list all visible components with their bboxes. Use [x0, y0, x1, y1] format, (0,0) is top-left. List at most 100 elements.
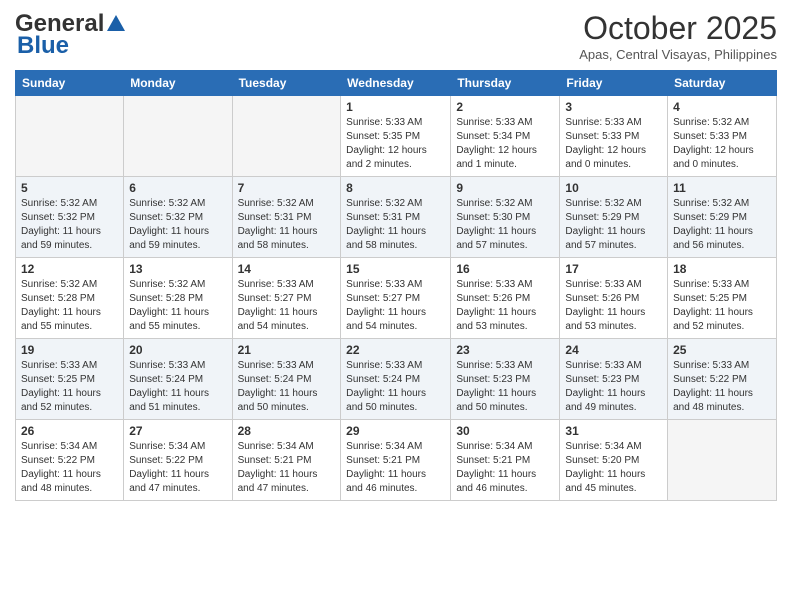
day-number: 9	[456, 181, 554, 195]
table-row: 25 Sunrise: 5:33 AMSunset: 5:22 PMDaylig…	[668, 339, 777, 420]
table-row: 16 Sunrise: 5:33 AMSunset: 5:26 PMDaylig…	[451, 258, 560, 339]
table-row: 3 Sunrise: 5:33 AMSunset: 5:33 PMDayligh…	[560, 96, 668, 177]
table-row: 26 Sunrise: 5:34 AMSunset: 5:22 PMDaylig…	[16, 420, 124, 501]
calendar-week-row: 1 Sunrise: 5:33 AMSunset: 5:35 PMDayligh…	[16, 96, 777, 177]
day-number: 29	[346, 424, 445, 438]
day-info: Sunrise: 5:32 AMSunset: 5:31 PMDaylight:…	[238, 198, 318, 251]
title-block: October 2025 Apas, Central Visayas, Phil…	[579, 10, 777, 62]
table-row: 13 Sunrise: 5:32 AMSunset: 5:28 PMDaylig…	[124, 258, 232, 339]
col-wednesday: Wednesday	[341, 71, 451, 96]
day-number: 8	[346, 181, 445, 195]
table-row: 20 Sunrise: 5:33 AMSunset: 5:24 PMDaylig…	[124, 339, 232, 420]
day-number: 6	[129, 181, 226, 195]
table-row: 10 Sunrise: 5:32 AMSunset: 5:29 PMDaylig…	[560, 177, 668, 258]
day-info: Sunrise: 5:33 AMSunset: 5:24 PMDaylight:…	[129, 360, 209, 413]
day-info: Sunrise: 5:33 AMSunset: 5:34 PMDaylight:…	[456, 117, 537, 170]
header: General Blue October 2025 Apas, Central …	[15, 10, 777, 62]
day-info: Sunrise: 5:34 AMSunset: 5:22 PMDaylight:…	[21, 441, 101, 494]
table-row: 19 Sunrise: 5:33 AMSunset: 5:25 PMDaylig…	[16, 339, 124, 420]
table-row: 14 Sunrise: 5:33 AMSunset: 5:27 PMDaylig…	[232, 258, 341, 339]
day-number: 11	[673, 181, 771, 195]
day-info: Sunrise: 5:33 AMSunset: 5:24 PMDaylight:…	[238, 360, 318, 413]
day-info: Sunrise: 5:33 AMSunset: 5:23 PMDaylight:…	[456, 360, 536, 413]
day-info: Sunrise: 5:32 AMSunset: 5:29 PMDaylight:…	[673, 198, 753, 251]
day-number: 5	[21, 181, 118, 195]
table-row	[16, 96, 124, 177]
day-info: Sunrise: 5:33 AMSunset: 5:23 PMDaylight:…	[565, 360, 645, 413]
table-row: 15 Sunrise: 5:33 AMSunset: 5:27 PMDaylig…	[341, 258, 451, 339]
day-info: Sunrise: 5:33 AMSunset: 5:26 PMDaylight:…	[565, 279, 645, 332]
calendar-week-row: 5 Sunrise: 5:32 AMSunset: 5:32 PMDayligh…	[16, 177, 777, 258]
day-info: Sunrise: 5:33 AMSunset: 5:25 PMDaylight:…	[21, 360, 101, 413]
table-row: 17 Sunrise: 5:33 AMSunset: 5:26 PMDaylig…	[560, 258, 668, 339]
day-number: 4	[673, 100, 771, 114]
day-number: 7	[238, 181, 336, 195]
col-sunday: Sunday	[16, 71, 124, 96]
day-info: Sunrise: 5:33 AMSunset: 5:27 PMDaylight:…	[238, 279, 318, 332]
table-row: 27 Sunrise: 5:34 AMSunset: 5:22 PMDaylig…	[124, 420, 232, 501]
day-number: 28	[238, 424, 336, 438]
day-number: 26	[21, 424, 118, 438]
table-row: 31 Sunrise: 5:34 AMSunset: 5:20 PMDaylig…	[560, 420, 668, 501]
table-row: 12 Sunrise: 5:32 AMSunset: 5:28 PMDaylig…	[16, 258, 124, 339]
day-number: 17	[565, 262, 662, 276]
table-row: 21 Sunrise: 5:33 AMSunset: 5:24 PMDaylig…	[232, 339, 341, 420]
day-number: 18	[673, 262, 771, 276]
table-row: 9 Sunrise: 5:32 AMSunset: 5:30 PMDayligh…	[451, 177, 560, 258]
table-row: 6 Sunrise: 5:32 AMSunset: 5:32 PMDayligh…	[124, 177, 232, 258]
day-number: 2	[456, 100, 554, 114]
day-number: 1	[346, 100, 445, 114]
day-number: 3	[565, 100, 662, 114]
calendar-week-row: 12 Sunrise: 5:32 AMSunset: 5:28 PMDaylig…	[16, 258, 777, 339]
table-row: 7 Sunrise: 5:32 AMSunset: 5:31 PMDayligh…	[232, 177, 341, 258]
table-row: 5 Sunrise: 5:32 AMSunset: 5:32 PMDayligh…	[16, 177, 124, 258]
location: Apas, Central Visayas, Philippines	[579, 47, 777, 62]
day-number: 25	[673, 343, 771, 357]
day-info: Sunrise: 5:32 AMSunset: 5:30 PMDaylight:…	[456, 198, 536, 251]
table-row: 30 Sunrise: 5:34 AMSunset: 5:21 PMDaylig…	[451, 420, 560, 501]
day-number: 12	[21, 262, 118, 276]
day-info: Sunrise: 5:34 AMSunset: 5:21 PMDaylight:…	[238, 441, 318, 494]
day-info: Sunrise: 5:33 AMSunset: 5:22 PMDaylight:…	[673, 360, 753, 413]
table-row	[668, 420, 777, 501]
col-monday: Monday	[124, 71, 232, 96]
table-row: 22 Sunrise: 5:33 AMSunset: 5:24 PMDaylig…	[341, 339, 451, 420]
day-info: Sunrise: 5:32 AMSunset: 5:32 PMDaylight:…	[129, 198, 209, 251]
calendar-header-row: Sunday Monday Tuesday Wednesday Thursday…	[16, 71, 777, 96]
day-info: Sunrise: 5:34 AMSunset: 5:21 PMDaylight:…	[456, 441, 536, 494]
col-tuesday: Tuesday	[232, 71, 341, 96]
day-info: Sunrise: 5:34 AMSunset: 5:21 PMDaylight:…	[346, 441, 426, 494]
table-row: 18 Sunrise: 5:33 AMSunset: 5:25 PMDaylig…	[668, 258, 777, 339]
col-thursday: Thursday	[451, 71, 560, 96]
table-row	[124, 96, 232, 177]
day-info: Sunrise: 5:32 AMSunset: 5:33 PMDaylight:…	[673, 117, 754, 170]
logo: General Blue	[15, 10, 128, 60]
calendar-table: Sunday Monday Tuesday Wednesday Thursday…	[15, 70, 777, 501]
day-info: Sunrise: 5:32 AMSunset: 5:31 PMDaylight:…	[346, 198, 426, 251]
day-number: 22	[346, 343, 445, 357]
day-info: Sunrise: 5:33 AMSunset: 5:27 PMDaylight:…	[346, 279, 426, 332]
day-info: Sunrise: 5:33 AMSunset: 5:26 PMDaylight:…	[456, 279, 536, 332]
day-number: 13	[129, 262, 226, 276]
day-number: 16	[456, 262, 554, 276]
day-info: Sunrise: 5:32 AMSunset: 5:28 PMDaylight:…	[21, 279, 101, 332]
day-info: Sunrise: 5:33 AMSunset: 5:24 PMDaylight:…	[346, 360, 426, 413]
logo-blue: Blue	[15, 32, 69, 60]
day-info: Sunrise: 5:34 AMSunset: 5:20 PMDaylight:…	[565, 441, 645, 494]
day-info: Sunrise: 5:33 AMSunset: 5:35 PMDaylight:…	[346, 117, 427, 170]
day-info: Sunrise: 5:32 AMSunset: 5:28 PMDaylight:…	[129, 279, 209, 332]
day-number: 24	[565, 343, 662, 357]
page-container: General Blue October 2025 Apas, Central …	[0, 0, 792, 511]
day-number: 21	[238, 343, 336, 357]
table-row: 8 Sunrise: 5:32 AMSunset: 5:31 PMDayligh…	[341, 177, 451, 258]
day-number: 23	[456, 343, 554, 357]
table-row: 11 Sunrise: 5:32 AMSunset: 5:29 PMDaylig…	[668, 177, 777, 258]
day-number: 30	[456, 424, 554, 438]
table-row	[232, 96, 341, 177]
table-row: 24 Sunrise: 5:33 AMSunset: 5:23 PMDaylig…	[560, 339, 668, 420]
table-row: 1 Sunrise: 5:33 AMSunset: 5:35 PMDayligh…	[341, 96, 451, 177]
day-number: 15	[346, 262, 445, 276]
table-row: 29 Sunrise: 5:34 AMSunset: 5:21 PMDaylig…	[341, 420, 451, 501]
table-row: 23 Sunrise: 5:33 AMSunset: 5:23 PMDaylig…	[451, 339, 560, 420]
day-number: 31	[565, 424, 662, 438]
